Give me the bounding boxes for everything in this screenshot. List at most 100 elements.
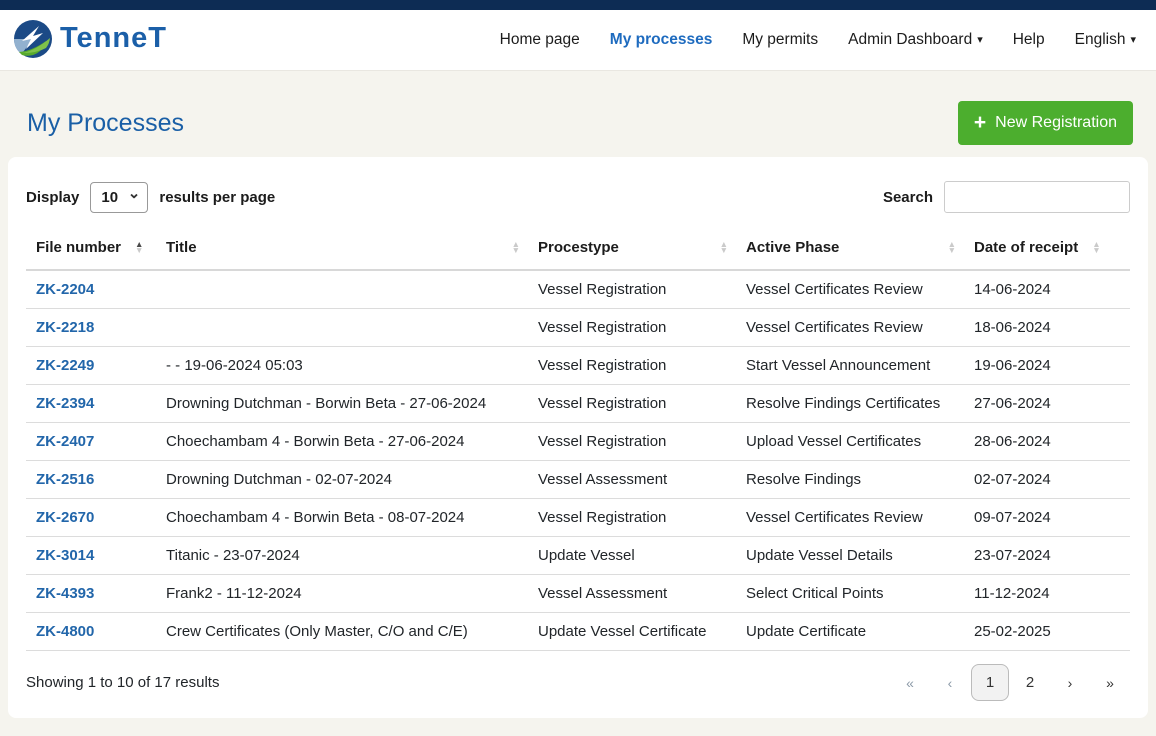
page-header: My Processes + New Registration (0, 71, 1156, 157)
search-group: Search (883, 181, 1130, 213)
nav-item-language[interactable]: English▾ (1075, 31, 1136, 49)
cell-date-of-receipt: 09-07-2024 (964, 499, 1130, 537)
cell-active-phase: Vessel Certificates Review (736, 309, 964, 347)
pagination-first-button[interactable]: « (890, 666, 930, 700)
nav-item-help[interactable]: Help (1013, 31, 1045, 49)
cell-active-phase: Vessel Certificates Review (736, 499, 964, 537)
file-number-link[interactable]: ZK-2670 (36, 509, 94, 526)
caret-down-icon: ▾ (977, 34, 983, 46)
cell-title: Choechambam 4 - Borwin Beta - 08-07-2024 (156, 499, 528, 537)
cell-title: Drowning Dutchman - 02-07-2024 (156, 461, 528, 499)
pagination-next-button[interactable]: › (1050, 666, 1090, 700)
table-row: ZK-2516 Drowning Dutchman - 02-07-2024 V… (26, 461, 1130, 499)
cell-date-of-receipt: 14-06-2024 (964, 270, 1130, 309)
file-number-link[interactable]: ZK-2407 (36, 433, 94, 450)
cell-procestype: Vessel Registration (528, 309, 736, 347)
cell-procestype: Vessel Assessment (528, 575, 736, 613)
tennet-logo[interactable]: TenneT (10, 17, 167, 63)
table-row: ZK-4393 Frank2 - 11-12-2024 Vessel Asses… (26, 575, 1130, 613)
cell-procestype: Vessel Registration (528, 270, 736, 309)
cell-active-phase: Select Critical Points (736, 575, 964, 613)
search-input[interactable] (944, 181, 1130, 213)
plus-icon: + (974, 112, 986, 133)
cell-title: Frank2 - 11-12-2024 (156, 575, 528, 613)
table-row: ZK-2218 Vessel Registration Vessel Certi… (26, 309, 1130, 347)
cell-active-phase: Update Vessel Details (736, 537, 964, 575)
table-controls: Display 10 ⌄ results per page Search (26, 181, 1130, 213)
nav-item-admin-dashboard[interactable]: Admin Dashboard▾ (848, 31, 983, 49)
new-registration-button[interactable]: + New Registration (958, 101, 1133, 145)
page-title: My Processes (27, 109, 184, 138)
nav-item-my-processes[interactable]: My processes (610, 31, 713, 49)
processes-table: File number ▲▼ Title ▲▼ Procestype ▲▼ Ac… (26, 229, 1130, 651)
sort-icon[interactable]: ▲▼ (1092, 242, 1100, 253)
tennet-globe-icon (10, 17, 56, 63)
sort-icon[interactable]: ▲▼ (948, 242, 956, 253)
cell-title: Choechambam 4 - Borwin Beta - 27-06-2024 (156, 423, 528, 461)
sort-icon[interactable]: ▲▼ (512, 242, 520, 253)
cell-title: Drowning Dutchman - Borwin Beta - 27-06-… (156, 385, 528, 423)
table-row: ZK-2407 Choechambam 4 - Borwin Beta - 27… (26, 423, 1130, 461)
column-header-file-number[interactable]: File number ▲▼ (26, 229, 156, 270)
cell-active-phase: Upload Vessel Certificates (736, 423, 964, 461)
column-header-title[interactable]: Title ▲▼ (156, 229, 528, 270)
top-accent-bar (0, 0, 1156, 10)
navbar: TenneT Home page My processes My permits… (0, 10, 1156, 71)
new-registration-label: New Registration (995, 114, 1117, 132)
cell-date-of-receipt: 23-07-2024 (964, 537, 1130, 575)
results-per-page-value: 10 (101, 189, 118, 206)
cell-title (156, 270, 528, 309)
nav-links: Home page My processes My permits Admin … (500, 31, 1136, 49)
file-number-link[interactable]: ZK-3014 (36, 547, 94, 564)
file-number-link[interactable]: ZK-2204 (36, 281, 94, 298)
pagination-page-2[interactable]: 2 (1010, 665, 1050, 700)
column-header-date-of-receipt[interactable]: Date of receipt ▲▼ (964, 229, 1130, 270)
display-label: Display (26, 189, 79, 206)
results-per-page-select[interactable]: 10 ⌄ (90, 182, 148, 213)
table-row: ZK-2204 Vessel Registration Vessel Certi… (26, 270, 1130, 309)
cell-title (156, 309, 528, 347)
table-row: ZK-2394 Drowning Dutchman - Borwin Beta … (26, 385, 1130, 423)
file-number-link[interactable]: ZK-4800 (36, 623, 94, 640)
processes-card: Display 10 ⌄ results per page Search Fil… (8, 157, 1148, 718)
table-row: ZK-2670 Choechambam 4 - Borwin Beta - 08… (26, 499, 1130, 537)
column-header-procestype[interactable]: Procestype ▲▼ (528, 229, 736, 270)
cell-date-of-receipt: 02-07-2024 (964, 461, 1130, 499)
tennet-logo-text: TenneT (60, 24, 167, 53)
cell-procestype: Update Vessel Certificate (528, 613, 736, 651)
nav-item-my-permits[interactable]: My permits (742, 31, 818, 49)
file-number-link[interactable]: ZK-2516 (36, 471, 94, 488)
column-header-active-phase[interactable]: Active Phase ▲▼ (736, 229, 964, 270)
sort-icon[interactable]: ▲▼ (135, 242, 143, 253)
cell-active-phase: Update Certificate (736, 613, 964, 651)
cell-date-of-receipt: 18-06-2024 (964, 309, 1130, 347)
cell-active-phase: Vessel Certificates Review (736, 270, 964, 309)
pagination: « ‹ 1 2 › » (890, 664, 1130, 701)
display-group: Display 10 ⌄ results per page (26, 182, 275, 213)
cell-procestype: Vessel Assessment (528, 461, 736, 499)
cell-active-phase: Resolve Findings Certificates (736, 385, 964, 423)
file-number-link[interactable]: ZK-2394 (36, 395, 94, 412)
cell-date-of-receipt: 27-06-2024 (964, 385, 1130, 423)
cell-title: Crew Certificates (Only Master, C/O and … (156, 613, 528, 651)
cell-date-of-receipt: 28-06-2024 (964, 423, 1130, 461)
cell-date-of-receipt: 19-06-2024 (964, 347, 1130, 385)
results-summary: Showing 1 to 10 of 17 results (26, 674, 219, 691)
file-number-link[interactable]: ZK-2218 (36, 319, 94, 336)
cell-procestype: Vessel Registration (528, 347, 736, 385)
caret-down-icon: ▾ (1130, 34, 1136, 46)
file-number-link[interactable]: ZK-2249 (36, 357, 94, 374)
file-number-link[interactable]: ZK-4393 (36, 585, 94, 602)
sort-icon[interactable]: ▲▼ (720, 242, 728, 253)
cell-date-of-receipt: 11-12-2024 (964, 575, 1130, 613)
pagination-last-button[interactable]: » (1090, 666, 1130, 700)
table-row: ZK-2249 - - 19-06-2024 05:03 Vessel Regi… (26, 347, 1130, 385)
table-footer: Showing 1 to 10 of 17 results « ‹ 1 2 › … (26, 664, 1130, 701)
pagination-prev-button[interactable]: ‹ (930, 666, 970, 700)
cell-title: - - 19-06-2024 05:03 (156, 347, 528, 385)
pagination-page-1[interactable]: 1 (971, 664, 1009, 701)
table-row: ZK-4800 Crew Certificates (Only Master, … (26, 613, 1130, 651)
cell-active-phase: Resolve Findings (736, 461, 964, 499)
cell-procestype: Vessel Registration (528, 423, 736, 461)
nav-item-home-page[interactable]: Home page (500, 31, 580, 49)
